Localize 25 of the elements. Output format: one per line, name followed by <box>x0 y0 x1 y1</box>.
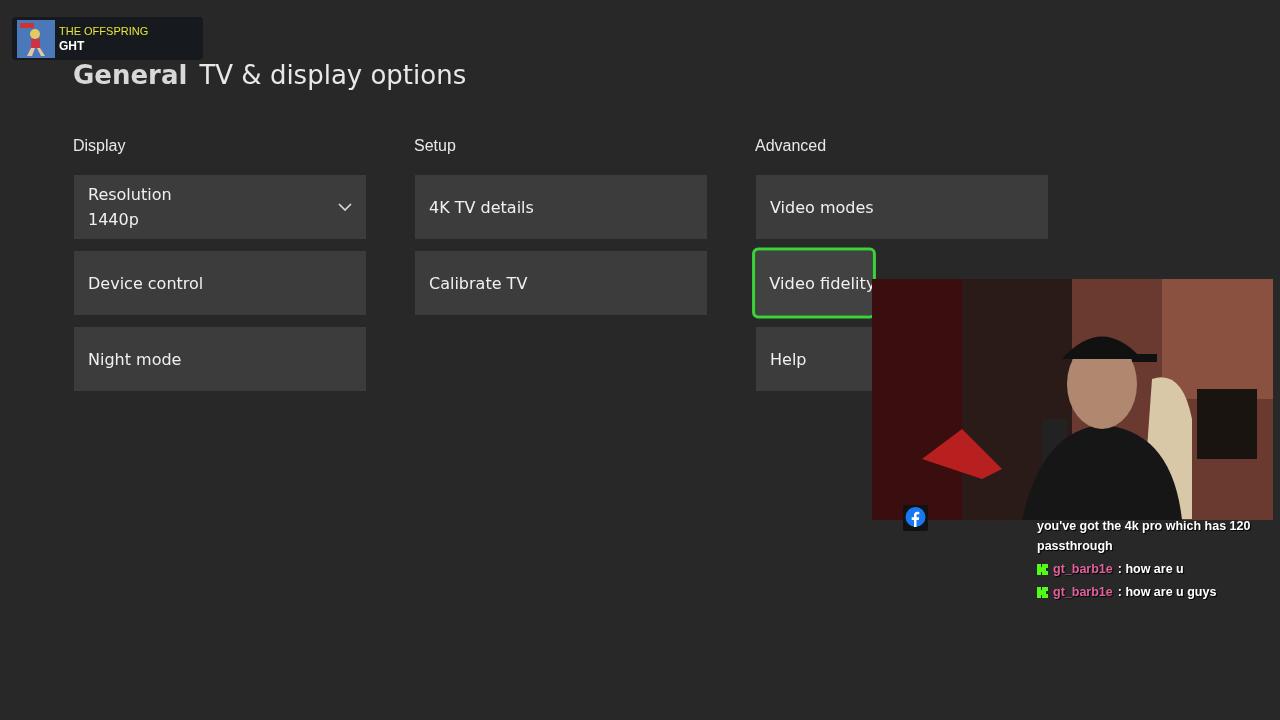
settings-tile[interactable]: Night mode <box>74 327 366 391</box>
column-heading: Setup <box>414 137 457 156</box>
settings-tile[interactable]: Device control <box>74 251 366 315</box>
chat-message: you've got the 4k pro which has 120 passthrough <box>1037 518 1252 555</box>
chat-username: gt_barb1e <box>1053 561 1113 578</box>
settings-tile[interactable]: Video fidelity <box>755 250 873 316</box>
column-heading: Display <box>73 137 127 156</box>
resolution-dropdown[interactable]: Resolution 1440p <box>74 175 366 239</box>
badge-icon <box>1037 586 1048 598</box>
album-art-icon <box>17 19 55 58</box>
chat-message: : how are u guys <box>1117 584 1217 601</box>
chat-message: : how are u <box>1117 561 1184 578</box>
chevron-down-icon <box>338 203 352 211</box>
page-title: TV & display options <box>199 60 467 90</box>
chat-username: gt_barb1e <box>1053 584 1113 601</box>
facebook-icon <box>903 505 928 531</box>
settings-tile[interactable]: Calibrate TV <box>415 251 707 315</box>
settings-tile[interactable]: 4K TV details <box>415 175 707 239</box>
settings-tile[interactable]: Help <box>756 327 872 391</box>
artist-name: THE OFFSPRING <box>59 23 149 39</box>
badge-icon <box>1037 563 1048 575</box>
settings-tile[interactable]: Video modes <box>756 175 1048 239</box>
track-name: GHT <box>59 38 86 54</box>
column-heading: Advanced <box>755 137 828 156</box>
breadcrumb-section: General <box>73 60 188 90</box>
